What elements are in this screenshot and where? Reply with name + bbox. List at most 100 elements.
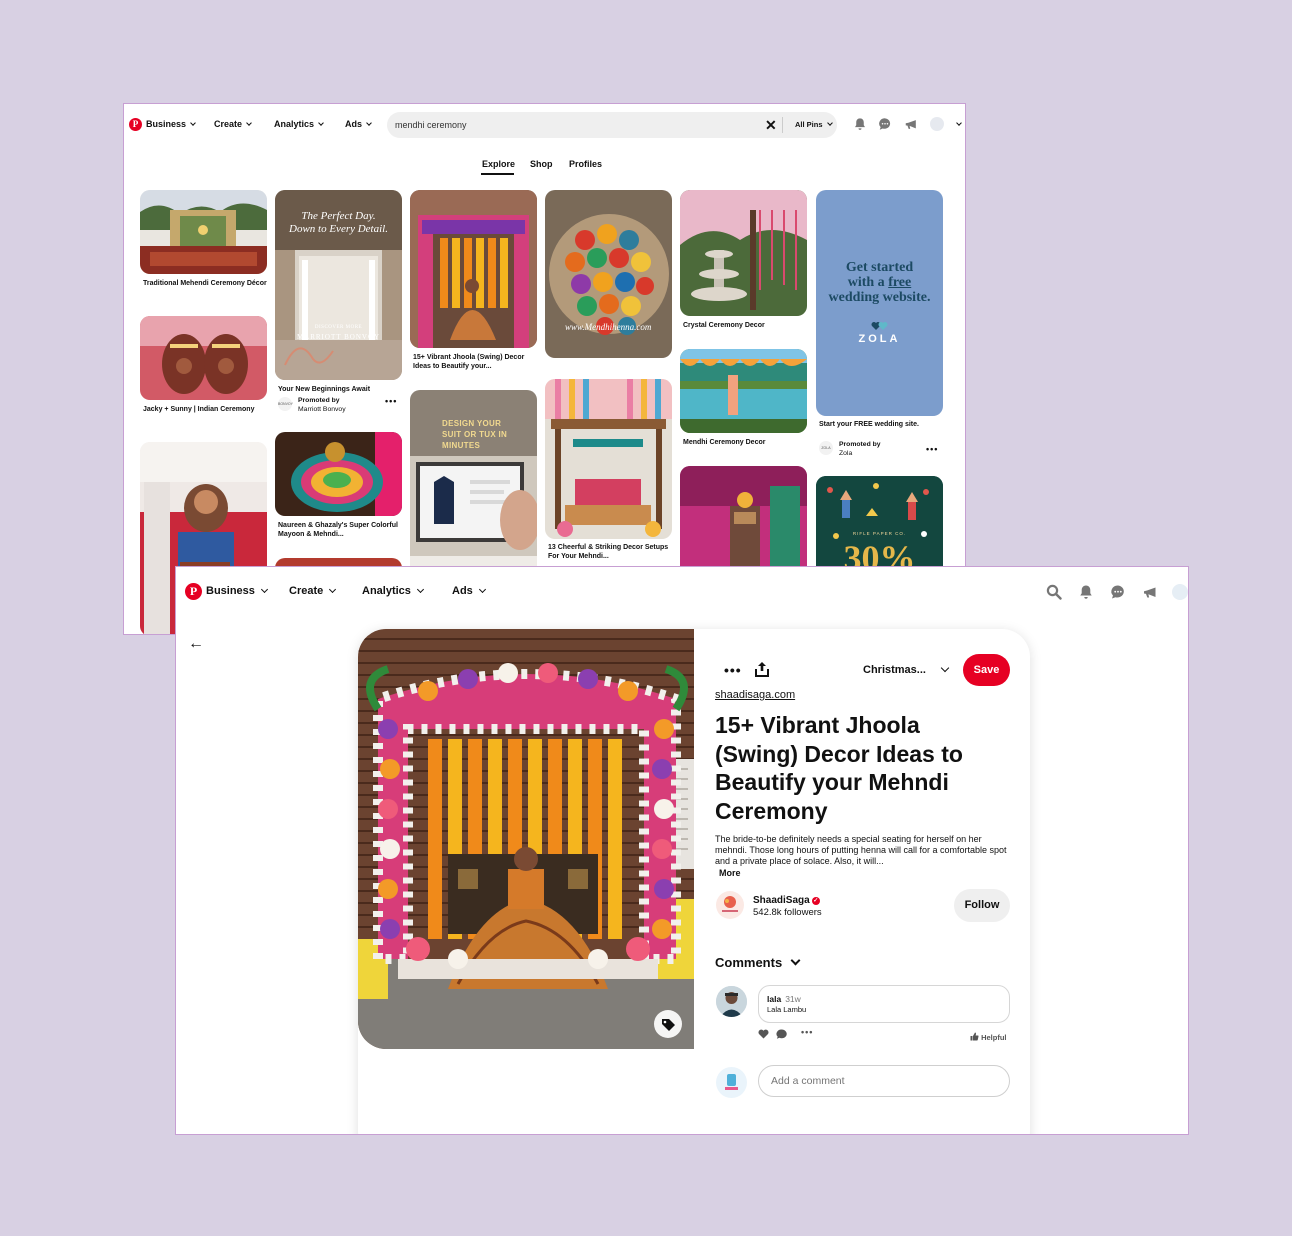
comment-author-name: lala: [767, 994, 782, 1004]
tab-explore[interactable]: Explore: [482, 159, 515, 169]
product-tag-button[interactable]: [654, 1010, 682, 1038]
helpful-button[interactable]: Helpful: [970, 1032, 1007, 1042]
nav-analytics[interactable]: Analytics: [274, 119, 324, 129]
advertiser-avatar: BONVOY: [278, 397, 293, 411]
megaphone-icon[interactable]: [1142, 584, 1158, 600]
share-icon[interactable]: [755, 661, 769, 677]
heart-icon[interactable]: [758, 1029, 769, 1039]
chevron-down-icon: [366, 120, 372, 126]
more-options-icon[interactable]: •••: [724, 663, 742, 677]
pin-caption: Your New Beginnings Await: [278, 386, 371, 393]
pin-filter-dropdown[interactable]: All Pins: [795, 120, 833, 129]
search-input[interactable]: [395, 117, 755, 133]
verified-badge-icon: ✓: [811, 897, 820, 905]
reply-icon[interactable]: [776, 1029, 787, 1039]
account-chevron-down-icon[interactable]: [956, 120, 962, 126]
pin-image: [680, 190, 807, 316]
messages-icon[interactable]: [1110, 584, 1126, 600]
pin-card[interactable]: [140, 316, 267, 400]
promo-overlay-text: DESIGN YOUR SUIT OR TUX IN MINUTES: [442, 419, 508, 450]
user-logo: [725, 1074, 738, 1090]
pin-image: [680, 466, 807, 576]
board-dropdown[interactable]: Christmas...: [863, 663, 950, 676]
notifications-bell-icon[interactable]: [1078, 584, 1094, 600]
megaphone-icon[interactable]: [904, 117, 918, 131]
advertiser-avatar: ZOLA: [819, 441, 833, 455]
promoted-label: Promoted by: [839, 441, 881, 448]
zola-headline-line2a: with a: [847, 275, 889, 290]
marriott-logo: MARRIOTT BONVOY: [296, 333, 381, 341]
nav-ads[interactable]: Ads: [345, 119, 372, 129]
pin-image[interactable]: [358, 629, 694, 1049]
commenter-avatar[interactable]: [716, 986, 747, 1017]
save-button[interactable]: Save: [963, 654, 1010, 686]
nav-create[interactable]: Create: [214, 119, 252, 129]
pin-image: [680, 349, 807, 433]
pin-image: [140, 316, 267, 400]
creator-avatar[interactable]: [716, 891, 744, 919]
pin-card[interactable]: www.Mendhihenna.com: [545, 190, 672, 358]
active-tab-indicator: [481, 173, 514, 175]
pin-description: The bride-to-be definitely needs a speci…: [715, 834, 1007, 866]
source-link[interactable]: shaadisaga.com: [715, 689, 795, 701]
more-link[interactable]: More: [719, 868, 741, 878]
notifications-bell-icon[interactable]: [853, 117, 867, 131]
pin-caption: Jacky + Sunny | Indian Ceremony: [143, 406, 255, 413]
search-icon[interactable]: [1046, 584, 1062, 600]
nav-ads[interactable]: Ads: [452, 585, 486, 597]
promo-headline-line2: Down to Every Detail.: [289, 223, 388, 235]
comment-author[interactable]: lala 31w: [767, 994, 801, 1004]
pin-card[interactable]: [410, 190, 537, 348]
current-user-avatar[interactable]: [716, 1067, 747, 1098]
watermark-text: www.Mendhihenna.com: [565, 322, 652, 332]
creator-name[interactable]: ShaadiSaga ✓: [753, 895, 820, 906]
advertiser-name: Zola: [839, 450, 853, 457]
pin-card[interactable]: [545, 379, 672, 539]
pin-title: 15+ Vibrant Jhoola (Swing) Decor Ideas t…: [715, 712, 963, 824]
pin-card[interactable]: [275, 432, 402, 516]
promoted-by[interactable]: BONVOY Promoted by Marriott Bonvoy: [278, 396, 388, 414]
clear-search-icon[interactable]: ✕: [765, 117, 777, 133]
nav-analytics-label: Analytics: [274, 119, 315, 129]
follower-count: 542.8k followers: [753, 907, 822, 918]
comment-more-icon[interactable]: •••: [801, 1027, 813, 1037]
nav-business[interactable]: Business: [206, 585, 268, 597]
pin-card[interactable]: [140, 190, 267, 274]
nav-business-label: Business: [206, 585, 255, 597]
pin-card[interactable]: [680, 349, 807, 433]
thumbs-up-icon: [970, 1032, 979, 1041]
follow-button[interactable]: Follow: [954, 889, 1010, 922]
pinterest-logo-icon[interactable]: P: [185, 583, 202, 600]
add-comment-input[interactable]: [758, 1065, 1010, 1097]
zola-promoted-pin[interactable]: Get started with a free wedding website.…: [816, 190, 943, 416]
helpful-label: Helpful: [981, 1033, 1007, 1042]
more-options-icon[interactable]: •••: [385, 396, 397, 406]
chevron-down-icon: [940, 663, 950, 673]
top-nav: P Business Create Analytics Ads ✕ All Pi…: [124, 104, 965, 146]
chevron-down-icon: [318, 120, 324, 126]
promoted-pin-card[interactable]: The Perfect Day. Down to Every Detail. D…: [275, 190, 402, 380]
comments-toggle[interactable]: Comments: [715, 955, 801, 970]
promo-discover-text: DISCOVER MORE: [314, 325, 363, 330]
avatar[interactable]: [930, 117, 944, 131]
pin-card[interactable]: [680, 466, 807, 576]
pin-caption: Traditional Mehendi Ceremony Décor: [143, 280, 267, 287]
pin-card[interactable]: [680, 190, 807, 316]
back-arrow-icon[interactable]: ←: [188, 635, 204, 653]
tab-shop[interactable]: Shop: [530, 159, 553, 169]
commenter-photo: [716, 986, 747, 1017]
nav-create[interactable]: Create: [289, 585, 337, 597]
nav-analytics[interactable]: Analytics: [362, 585, 424, 597]
promoted-by[interactable]: ZOLA Promoted by Zola: [819, 440, 929, 458]
pinterest-logo-icon[interactable]: P: [129, 118, 142, 131]
chevron-down-icon: [260, 585, 268, 594]
board-name: Christmas...: [863, 664, 926, 676]
avatar[interactable]: [1172, 584, 1188, 600]
more-options-icon[interactable]: •••: [926, 444, 938, 454]
pin-image: [545, 190, 672, 358]
divider: [782, 117, 783, 133]
chevron-down-icon: [329, 585, 337, 594]
nav-business[interactable]: Business: [146, 119, 196, 129]
messages-icon[interactable]: [878, 117, 892, 131]
tab-profiles[interactable]: Profiles: [569, 159, 602, 169]
